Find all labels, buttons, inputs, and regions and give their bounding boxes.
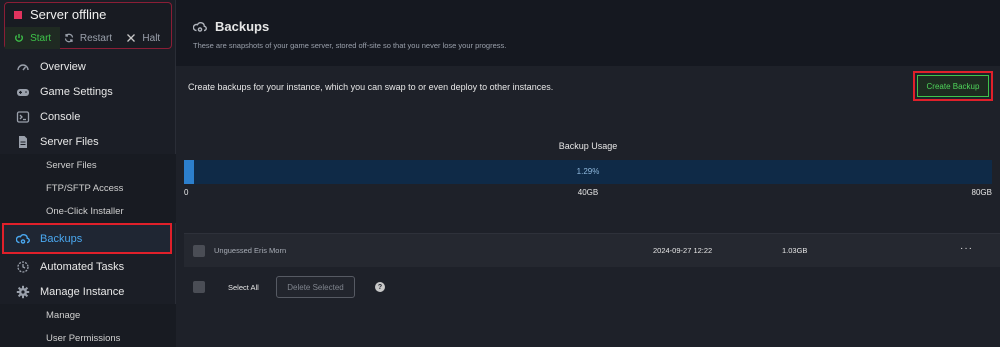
speedometer-icon	[17, 63, 29, 70]
restart-label: Restart	[79, 32, 113, 44]
panel-description: Create backups for your instance, which …	[188, 82, 554, 92]
sidebar-item-backups[interactable]: Backups	[2, 223, 172, 254]
delete-selected-button[interactable]: Delete Selected	[276, 276, 355, 298]
backup-checkbox[interactable]	[193, 245, 205, 257]
sidebar-subitem-user-permissions[interactable]: User Permissions	[0, 327, 176, 347]
file-icon	[19, 135, 27, 148]
sidebar-subitem-one-click-installer[interactable]: One-Click Installer	[0, 200, 176, 223]
restart-button[interactable]: Restart	[60, 27, 115, 49]
sidebar-item-automated-tasks[interactable]: Automated Tasks	[0, 254, 176, 279]
sidebar-nav: Overview Game Settings Console Server Fi…	[0, 54, 176, 347]
restart-icon	[64, 33, 73, 43]
usage-min-label: 0	[184, 188, 189, 197]
select-all-label[interactable]: Select All	[228, 283, 259, 292]
start-label: Start	[30, 32, 52, 44]
backups-panel: Create backups for your instance, which …	[176, 66, 1000, 347]
server-status-label: Server offline	[30, 7, 107, 22]
server-status: Server offline	[14, 7, 106, 22]
usage-bar: 1.29%	[184, 160, 992, 184]
sidebar-subitem-server-files[interactable]: Server Files	[0, 154, 176, 177]
power-icon	[15, 34, 24, 42]
page-header: Backups These are snapshots of your game…	[176, 0, 1000, 66]
sidebar-item-label: Overview	[40, 60, 86, 73]
help-icon[interactable]: ?	[375, 282, 385, 292]
sidebar-item-label: Game Settings	[40, 85, 113, 98]
halt-button[interactable]: Halt	[116, 27, 171, 49]
sidebar-item-label: Console	[40, 110, 81, 123]
sidebar-item-game-settings[interactable]: Game Settings	[0, 79, 176, 104]
sidebar-item-label: Manage Instance	[40, 285, 125, 298]
usage-max-label: 80GB	[971, 188, 992, 197]
clock-icon	[17, 260, 29, 273]
terminal-icon	[16, 110, 30, 123]
usage-percent: 1.29%	[576, 167, 600, 176]
select-all-checkbox[interactable]	[193, 281, 205, 293]
backup-size: 1.03GB	[782, 246, 808, 255]
status-indicator	[14, 10, 22, 19]
cloud-backup-icon	[193, 21, 207, 32]
power-controls: Start Restart Halt	[5, 27, 171, 49]
sidebar-item-manage-instance[interactable]: Manage Instance	[0, 279, 176, 304]
gear-icon	[16, 285, 30, 298]
sidebar-item-overview[interactable]: Overview	[0, 54, 176, 79]
gamepad-icon	[17, 88, 29, 96]
more-options-icon[interactable]: ···	[960, 243, 973, 254]
backup-date: 2024-09-27 12:22	[653, 246, 713, 255]
close-icon	[127, 34, 136, 42]
sidebar-item-server-files[interactable]: Server Files	[0, 129, 176, 154]
sidebar-item-label: Backups	[40, 232, 83, 245]
sidebar-subitem-ftp-sftp[interactable]: FTP/SFTP Access	[0, 177, 176, 200]
sidebar-item-label: Automated Tasks	[40, 260, 125, 273]
page-title: Backups	[193, 19, 269, 34]
sidebar-item-console[interactable]: Console	[0, 104, 176, 129]
create-backup-button[interactable]: Create Backup	[917, 75, 989, 97]
cloud-backup-icon	[16, 233, 30, 244]
usage-mid-label: 40GB	[577, 188, 599, 197]
sidebar: Server offline Start Restart Halt Overvi…	[0, 0, 176, 347]
server-status-card: Server offline Start Restart Halt	[4, 2, 172, 49]
page-subtitle: These are snapshots of your game server,…	[193, 41, 507, 50]
page-title-text: Backups	[215, 19, 270, 34]
create-backup-highlight: Create Backup	[913, 71, 993, 101]
table-row[interactable]: Unguessed Eris Morn 2024-09-27 12:22 1.0…	[184, 233, 1000, 267]
backup-name: Unguessed Eris Morn	[214, 246, 287, 255]
halt-label: Halt	[142, 32, 161, 44]
sidebar-subitem-manage[interactable]: Manage	[0, 304, 176, 327]
sidebar-item-label: Server Files	[40, 135, 99, 148]
start-button[interactable]: Start	[5, 27, 61, 49]
usage-title: Backup Usage	[558, 141, 618, 151]
